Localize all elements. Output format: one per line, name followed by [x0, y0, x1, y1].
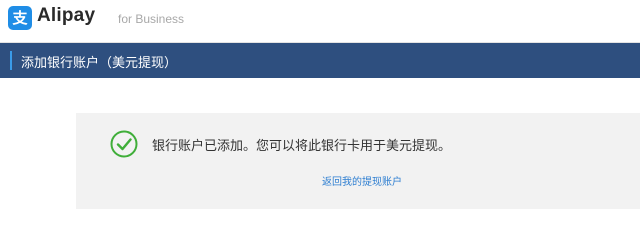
top-header: 支 Alipay for Business — [0, 0, 640, 43]
page-title: 添加银行账户（美元提现） — [21, 56, 178, 71]
brand-name[interactable]: Alipay — [37, 5, 95, 27]
title-accent-bar — [10, 51, 12, 70]
success-message: 银行账户已添加。您可以将此银行卡用于美元提现。 — [152, 139, 452, 154]
page-title-bar: 添加银行账户（美元提现） — [0, 43, 640, 78]
check-circle-icon — [110, 130, 138, 158]
return-to-withdrawal-accounts-link[interactable]: 返回我的提现账户 — [322, 173, 402, 188]
alipay-logo-icon[interactable]: 支 — [8, 6, 32, 30]
result-panel: 银行账户已添加。您可以将此银行卡用于美元提现。 返回我的提现账户 — [76, 113, 640, 209]
brand-subtitle: for Business — [118, 12, 185, 26]
